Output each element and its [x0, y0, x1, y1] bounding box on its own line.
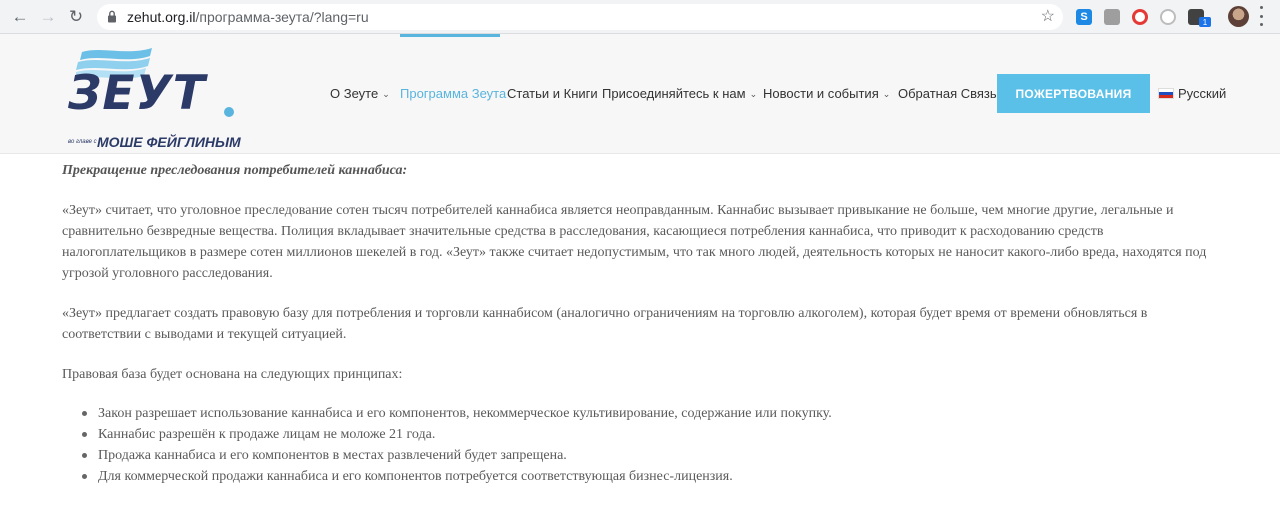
paragraph-3: Правовая база будет основана на следующи…	[62, 367, 403, 382]
profile-avatar[interactable]	[1228, 6, 1249, 27]
compass-icon[interactable]	[1160, 9, 1176, 25]
russia-flag-icon	[1158, 88, 1174, 99]
list-item: Закон разрешает использование каннабиса …	[62, 403, 832, 424]
back-button[interactable]: ←	[8, 5, 32, 29]
language-switcher[interactable]: Русский	[1158, 86, 1226, 101]
menu-item-contact[interactable]: Обратная Связь	[898, 86, 997, 101]
paragraph-1: «Зеут» считает, что уголовное преследова…	[62, 203, 1207, 281]
arrow-right-icon: →	[39, 7, 57, 26]
address-bar[interactable]: zehut.org.il/программа-зеута/?lang=ru ☆	[97, 4, 1063, 30]
chevron-down-icon: ⌄	[882, 89, 891, 99]
reload-icon: ↻	[68, 7, 84, 26]
site-logo[interactable]: ЗЕУТ во главе с МОШЕ ФЕЙГЛИНЫМ	[66, 46, 241, 150]
donate-button[interactable]: ПОЖЕРТВОВАНИЯ	[997, 74, 1150, 113]
logo-subtitle: МОШЕ ФЕЙГЛИНЫМ	[97, 134, 241, 150]
site-header: ЗЕУТ во главе с МОШЕ ФЕЙГЛИНЫМ О Зеуте ⌄ …	[0, 34, 1280, 154]
lock-icon	[108, 10, 116, 23]
menu-item-program[interactable]: Программа Зеута	[400, 86, 506, 101]
reload-button[interactable]: ↻	[64, 5, 88, 29]
extension-badge: 1	[1199, 17, 1211, 27]
menu-item-about[interactable]: О Зеуте ⌄	[330, 86, 390, 101]
url-host: zehut.org.il	[127, 9, 196, 25]
url-path: /программа-зеута/?lang=ru	[195, 9, 369, 25]
opera-icon[interactable]	[1132, 9, 1148, 25]
active-menu-indicator	[400, 34, 500, 37]
section-heading: Прекращение преследования потребителей к…	[62, 163, 408, 178]
list-item: Каннабис разрешён к продаже лицам не мол…	[62, 424, 832, 445]
menu-item-join[interactable]: Присоединяйтесь к нам ⌄	[602, 86, 757, 101]
language-label: Русский	[1178, 86, 1227, 101]
principles-list: Закон разрешает использование каннабиса …	[62, 403, 832, 487]
chevron-down-icon: ⌄	[749, 89, 758, 99]
list-item: Продажа каннабиса и его компонентов в ме…	[62, 445, 832, 466]
arrow-left-icon: ←	[11, 7, 29, 26]
forward-button[interactable]: →	[36, 5, 60, 29]
list-item: Для коммерческой продажи каннабиса и его…	[62, 466, 832, 487]
browser-toolbar: ← → ↻ zehut.org.il/программа-зеута/?lang…	[0, 0, 1280, 34]
menu-item-articles[interactable]: Статьи и Книги	[507, 86, 598, 101]
menu-item-news[interactable]: Новости и события ⌄	[763, 86, 890, 101]
bookmark-star-icon[interactable]: ☆	[1041, 6, 1055, 26]
extension-gray-icon[interactable]	[1104, 9, 1120, 25]
menu-kebab-icon[interactable]	[1260, 6, 1264, 26]
extension-s-icon[interactable]: S	[1076, 9, 1092, 25]
logo-dot	[224, 107, 234, 117]
logo-wordmark: ЗЕУТ	[68, 66, 206, 121]
logo-sub-small: во главе с	[68, 139, 97, 145]
paragraph-2: «Зеут» предлагает создать правовую базу …	[62, 306, 1148, 342]
chevron-down-icon: ⌄	[382, 89, 390, 99]
url-text: zehut.org.il/программа-зеута/?lang=ru	[127, 9, 369, 25]
